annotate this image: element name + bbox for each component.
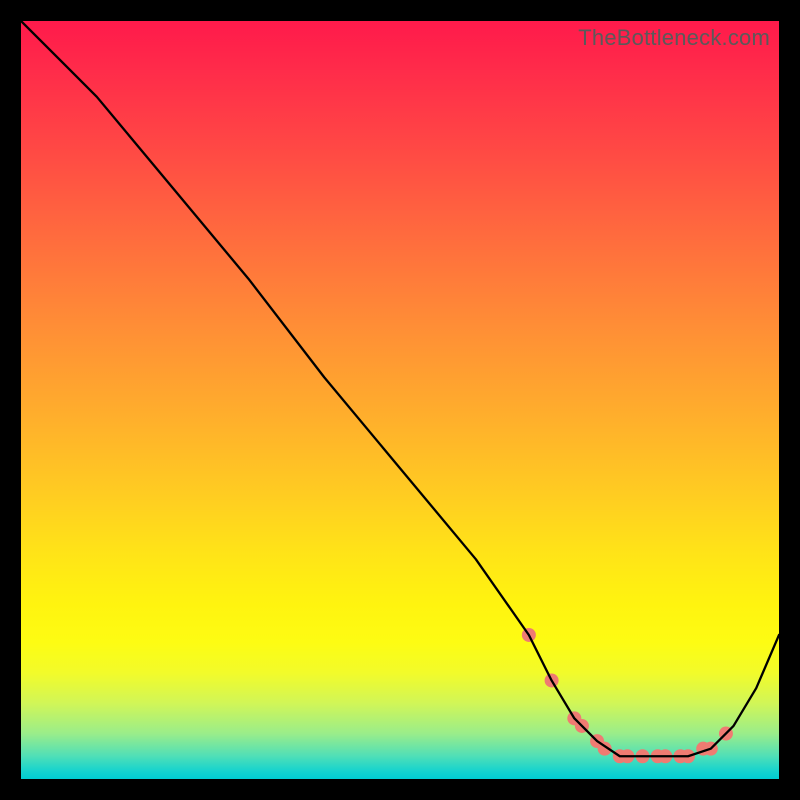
chart-svg <box>21 21 779 779</box>
watermark-text: TheBottleneck.com <box>578 25 770 51</box>
chart-frame: TheBottleneck.com <box>0 0 800 800</box>
bottleneck-curve-path <box>21 21 779 756</box>
markers-group <box>522 628 733 763</box>
plot-area: TheBottleneck.com <box>21 21 779 779</box>
